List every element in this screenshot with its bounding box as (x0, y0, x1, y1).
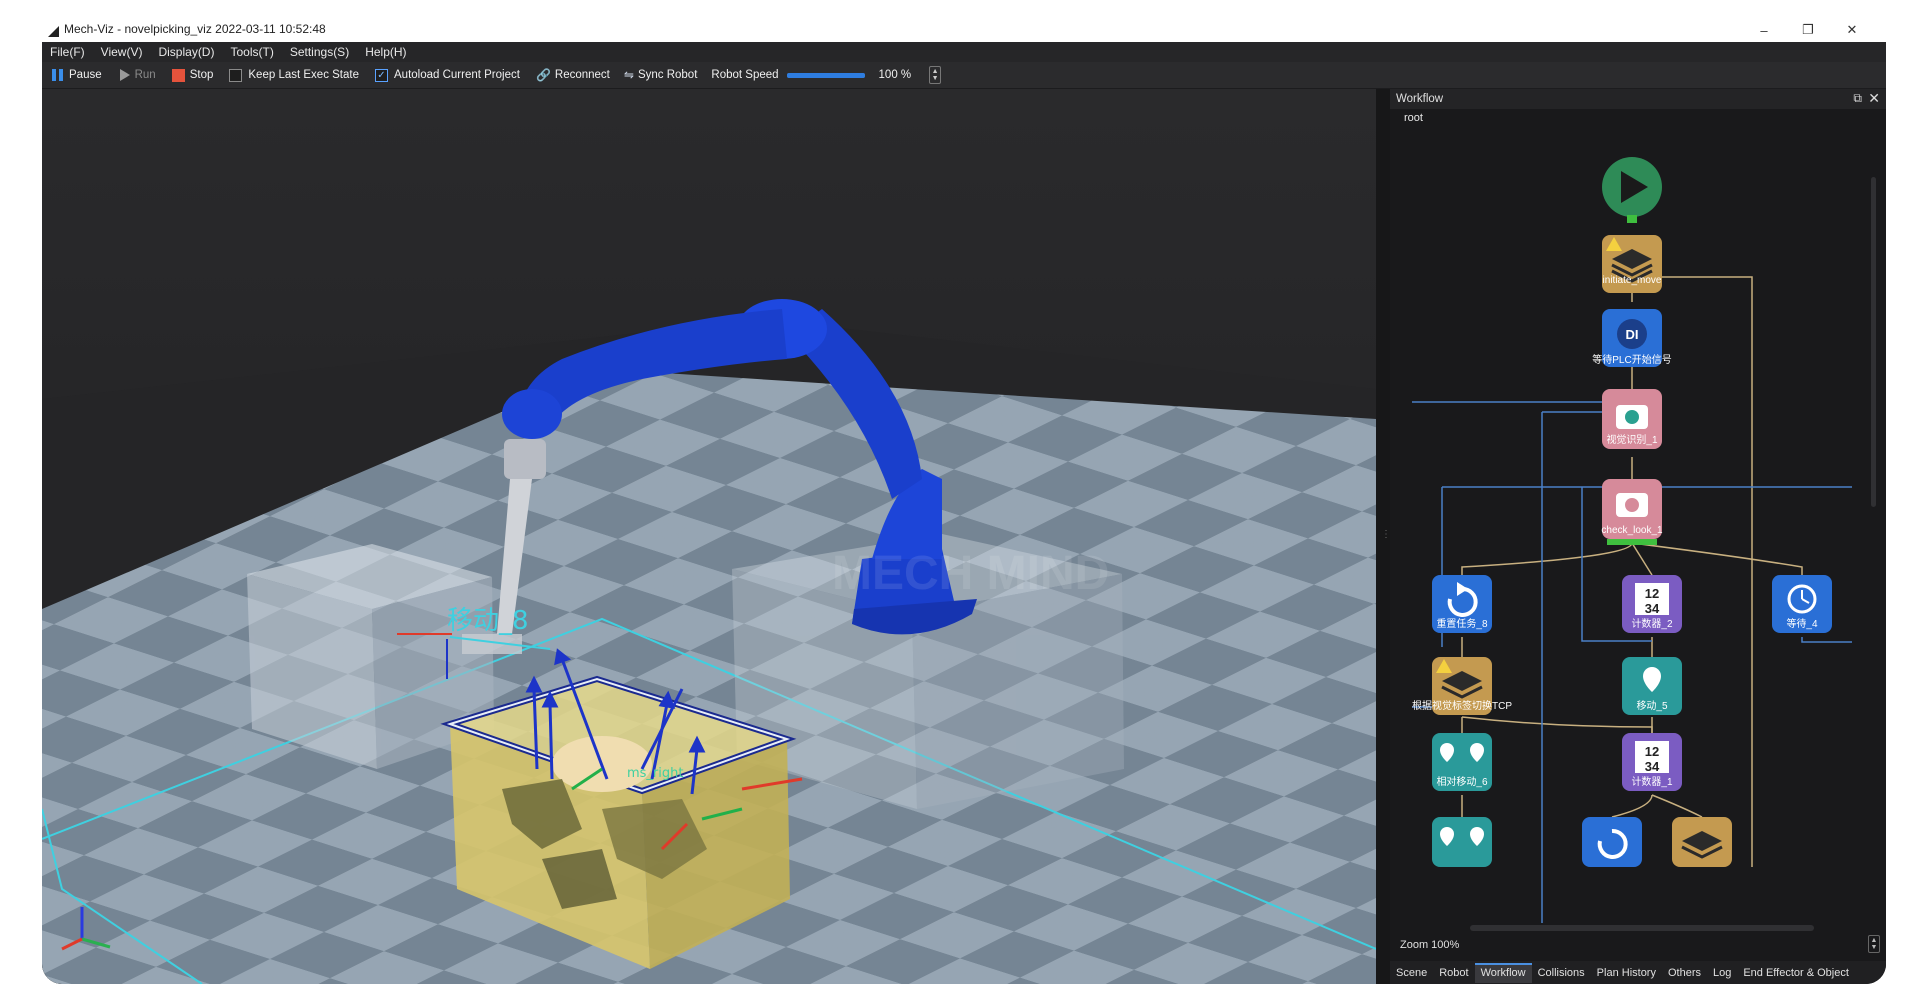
sync-robot-button[interactable]: ⇋ Sync Robot (624, 68, 698, 82)
node-label: 等待_4 (1786, 617, 1818, 630)
workflow-vertical-scrollbar[interactable] (1871, 177, 1876, 507)
reconnect-button[interactable]: 🔗 Reconnect (536, 68, 610, 82)
workflow-node-switch-tcp[interactable]: 根据视觉标签切换TCP (1412, 657, 1512, 715)
run-icon (119, 69, 130, 81)
pause-button[interactable]: Pause (52, 69, 102, 81)
tab-scene[interactable]: Scene (1390, 963, 1433, 983)
stop-label: Stop (189, 69, 214, 81)
node-label: 移动_5 (1636, 699, 1668, 712)
menu-help[interactable]: Help(H) (357, 45, 414, 59)
bottom-tab-bar: Scene Robot Workflow Collisions Plan His… (1390, 961, 1886, 984)
workflow-node-reset-8[interactable]: 重置任务_8 (1432, 575, 1492, 633)
workflow-node-relative-move-7[interactable] (1432, 817, 1492, 867)
workflow-header: Workflow ⧉ ✕ (1390, 89, 1886, 109)
float-panel-icon[interactable]: ⧉ (1853, 91, 1862, 106)
link-icon: 🔗 (535, 68, 551, 82)
workflow-panel: Workflow ⧉ ✕ root initiate_move DI 等待PLC… (1390, 89, 1886, 984)
stop-icon (171, 68, 185, 82)
workflow-node-move-5[interactable]: 移动_5 (1622, 657, 1682, 715)
workflow-canvas[interactable]: initiate_move DI 等待PLC开始信号 视觉识别_1 check_… (1402, 127, 1872, 923)
reconnect-label: Reconnect (554, 69, 610, 81)
workflow-node-vision-1[interactable]: 视觉识别_1 (1602, 389, 1662, 449)
svg-text:12: 12 (1645, 744, 1659, 759)
node-label: check_look_1 (1601, 525, 1663, 536)
restore-button[interactable]: ❐ (1786, 18, 1830, 42)
run-button[interactable]: Run (119, 69, 156, 81)
workflow-node-relative-move-6[interactable]: 相对移动_6 (1432, 733, 1492, 791)
move-label: 移动_8 (447, 606, 529, 636)
menu-tools[interactable]: Tools(T) (222, 45, 281, 59)
svg-text:34: 34 (1645, 759, 1660, 774)
pause-label: Pause (69, 69, 102, 81)
workflow-zoom-spinner[interactable]: ▲ ▼ (1868, 935, 1880, 953)
workflow-node-start[interactable] (1602, 157, 1662, 223)
node-label: 计数器_1 (1631, 775, 1673, 788)
node-label: 计数器_2 (1631, 617, 1673, 630)
svg-text:34: 34 (1645, 601, 1660, 616)
window-title: Mech-Viz - novelpicking_viz 2022-03-11 1… (64, 22, 326, 36)
panel-splitter[interactable]: ⋮ (1376, 89, 1391, 984)
toolbar: Pause Run Stop Keep Last Exec State ✓ Au… (42, 62, 1886, 88)
menu-settings[interactable]: Settings(S) (282, 45, 357, 59)
autoload-current-project-label: Autoload Current Project (394, 69, 520, 81)
sync-robot-label: Sync Robot (637, 69, 698, 81)
stop-button[interactable]: Stop (171, 68, 214, 82)
workflow-zoom-label: Zoom 100% (1400, 939, 1460, 951)
tool-label: ms_right (627, 766, 683, 781)
pause-icon (52, 69, 63, 81)
node-label: 重置任务_8 (1436, 617, 1488, 630)
workflow-node-initiate-move[interactable]: initiate_move (1602, 235, 1662, 293)
menu-display[interactable]: Display(D) (150, 45, 222, 59)
close-panel-icon[interactable]: ✕ (1868, 90, 1880, 107)
run-label: Run (134, 69, 156, 81)
node-label: initiate_move (1603, 275, 1662, 286)
node-label: 相对移动_6 (1436, 775, 1488, 788)
node-label: 视觉识别_1 (1606, 433, 1658, 446)
close-button[interactable]: ✕ (1830, 18, 1874, 42)
workflow-node-reset-9[interactable] (1582, 817, 1642, 867)
keep-last-exec-state-label: Keep Last Exec State (248, 69, 359, 81)
autoload-current-project-checkbox[interactable]: ✓ Autoload Current Project (375, 68, 520, 82)
tab-plan-history[interactable]: Plan History (1591, 963, 1662, 983)
svg-text:12: 12 (1645, 586, 1659, 601)
scene-3d-view[interactable]: MECH MIND 移动_8 ms_right (42, 89, 1377, 984)
tab-robot[interactable]: Robot (1433, 963, 1474, 983)
tab-others[interactable]: Others (1662, 963, 1707, 983)
tab-workflow[interactable]: Workflow (1474, 962, 1532, 983)
robot-speed-control: Robot Speed 100 % ▲ ▼ (711, 66, 942, 84)
menu-bar: File(F) View(V) Display(D) Tools(T) Sett… (42, 42, 1886, 62)
robot-speed-slider[interactable] (786, 72, 865, 78)
app-logo-icon (48, 26, 59, 37)
menu-view[interactable]: View(V) (93, 45, 151, 59)
tab-log[interactable]: Log (1707, 963, 1737, 983)
node-label: 根据视觉标签切换TCP (1412, 699, 1512, 712)
workflow-root-label: root (1404, 112, 1423, 124)
checkbox-icon (229, 68, 243, 82)
checkbox-checked-icon: ✓ (375, 68, 388, 82)
workflow-node-wait-4[interactable]: 等待_4 (1772, 575, 1832, 633)
node-label: 等待PLC开始信号 (1592, 353, 1671, 366)
workflow-node-check-look[interactable]: check_look_1 (1601, 479, 1663, 545)
tab-collisions[interactable]: Collisions (1532, 963, 1591, 983)
tab-end-effector-object[interactable]: End Effector & Object (1737, 963, 1855, 983)
workflow-node-wait-plc[interactable]: DI 等待PLC开始信号 (1592, 309, 1672, 367)
workflow-horizontal-scrollbar[interactable] (1470, 925, 1814, 931)
keep-last-exec-state-checkbox[interactable]: Keep Last Exec State (229, 68, 359, 82)
minimize-button[interactable]: – (1742, 18, 1786, 42)
svg-text:DI: DI (1626, 327, 1639, 342)
workflow-title: Workflow (1396, 93, 1444, 105)
robot-speed-value: 100 % (878, 69, 912, 81)
workflow-node-counter-1[interactable]: 12 34 计数器_1 (1622, 733, 1682, 791)
scene-viewport[interactable]: MECH MIND 移动_8 ms_right (42, 89, 1377, 984)
app-window: File(F) View(V) Display(D) Tools(T) Sett… (42, 42, 1886, 984)
robot-speed-label: Robot Speed (711, 69, 779, 81)
menu-file[interactable]: File(F) (42, 45, 93, 59)
robot-speed-spinner[interactable]: ▲ ▼ (929, 66, 942, 84)
watermark-logo: MECH MIND (832, 547, 1109, 600)
workflow-node-counter-2[interactable]: 12 34 计数器_2 (1622, 575, 1682, 633)
window-titlebar: Mech-Viz - novelpicking_viz 2022-03-11 1… (42, 18, 1900, 42)
workflow-node-layers-3[interactable] (1672, 817, 1732, 867)
sync-icon: ⇋ (623, 68, 634, 82)
robot-speed-fill (786, 72, 865, 78)
